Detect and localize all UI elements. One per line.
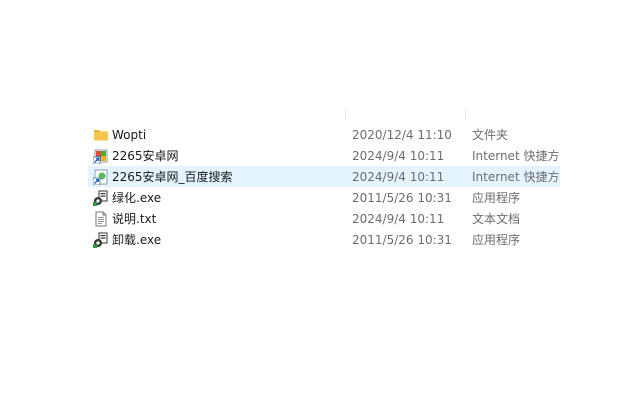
file-type: Internet 快捷方式 xyxy=(472,170,560,184)
internet-shortcut-icon xyxy=(92,148,109,164)
date-modified: 2020/12/4 11:10 xyxy=(352,127,452,142)
file-type: 应用程序 xyxy=(472,233,521,247)
name-cell: 绿化.exe xyxy=(88,189,344,206)
date-modified: 2024/9/4 10:11 xyxy=(352,169,445,184)
folder-icon xyxy=(93,127,109,143)
column-divider[interactable] xyxy=(465,110,466,120)
name-cell: 2265安卓网_百度搜索 xyxy=(88,168,344,185)
text-document-icon xyxy=(93,211,109,227)
file-explorer-view: Wopti 2020/12/4 11:10 文件夹 2265安卓网 2024/9… xyxy=(0,0,640,400)
file-row-xiezai-exe[interactable]: 卸载.exe 2011/5/26 10:31 应用程序 xyxy=(88,229,560,250)
name-cell: 2265安卓网 xyxy=(88,147,344,164)
file-type: 应用程序 xyxy=(472,191,521,205)
file-name: Wopti xyxy=(112,127,147,142)
application-icon xyxy=(93,232,109,248)
name-cell: Wopti xyxy=(88,127,344,143)
date-modified: 2024/9/4 10:11 xyxy=(352,148,445,163)
file-name: 2265安卓网 xyxy=(112,149,179,163)
file-row-shuoming-txt[interactable]: 说明.txt 2024/9/4 10:11 文本文档 xyxy=(88,208,560,229)
file-row-2265-shortcut[interactable]: 2265安卓网 2024/9/4 10:11 Internet 快捷方式 xyxy=(88,145,560,166)
file-name: 卸载.exe xyxy=(112,233,162,247)
application-icon xyxy=(93,190,109,206)
file-row-lvhua-exe[interactable]: 绿化.exe 2011/5/26 10:31 应用程序 xyxy=(88,187,560,208)
file-row-2265-baidu-shortcut[interactable]: 2265安卓网_百度搜索 2024/9/4 10:11 Internet 快捷方… xyxy=(88,166,560,187)
file-name: 2265安卓网_百度搜索 xyxy=(112,170,233,184)
file-name: 说明.txt xyxy=(112,212,157,226)
file-type: 文件夹 xyxy=(472,128,509,142)
date-modified: 2011/5/26 10:31 xyxy=(352,190,452,205)
column-divider[interactable] xyxy=(345,110,346,120)
file-type: 文本文档 xyxy=(472,212,521,226)
internet-shortcut-icon xyxy=(92,169,109,185)
name-cell: 说明.txt xyxy=(88,210,344,227)
name-cell: 卸载.exe xyxy=(88,231,344,248)
file-row-wopti[interactable]: Wopti 2020/12/4 11:10 文件夹 xyxy=(88,124,560,145)
file-name: 绿化.exe xyxy=(112,191,162,205)
file-type: Internet 快捷方式 xyxy=(472,149,560,163)
file-list: Wopti 2020/12/4 11:10 文件夹 2265安卓网 2024/9… xyxy=(88,124,560,250)
date-modified: 2011/5/26 10:31 xyxy=(352,232,452,247)
date-modified: 2024/9/4 10:11 xyxy=(352,211,445,226)
